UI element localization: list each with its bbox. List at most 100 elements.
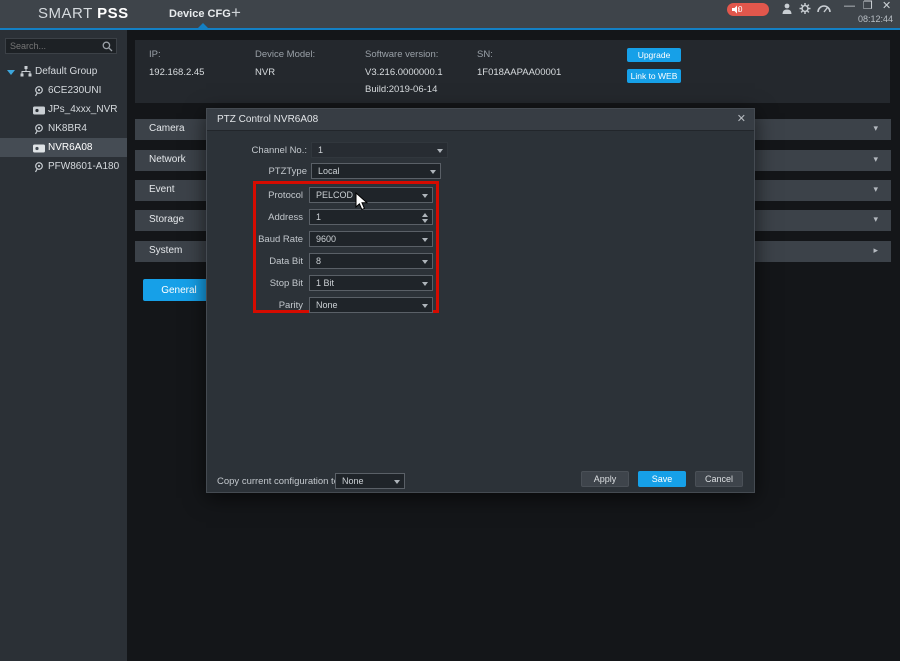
chevron-down-icon[interactable]: ▾ [873,154,878,165]
copy-config-value: None [342,476,364,486]
tree-device-label: NVR6A08 [48,142,92,153]
tree-device-label: NK8BR4 [48,123,87,134]
chevron-down-icon[interactable] [7,70,15,75]
protocol-value: PELCOD [316,190,353,200]
device-info-panel: IP: 192.168.2.45 Device Model: NVR Softw… [135,40,890,103]
chevron-down-icon [437,149,443,153]
dialog-close-icon[interactable]: ✕ [737,112,746,125]
software-value: V3.216.0000000.1 [365,67,443,78]
address-spinner[interactable]: 1 [309,209,433,225]
stopbit-value: 1 Bit [316,278,334,288]
tree-group-default[interactable]: Default Group [0,62,127,81]
ip-label: IP: [149,49,161,60]
clock: 08:12:44 [858,14,893,24]
group-icon [20,66,32,77]
baudrate-label: Baud Rate [207,234,303,245]
chevron-right-icon[interactable]: ▸ [873,245,878,256]
sn-value: 1F018AAPAA00001 [477,67,561,78]
section-label: Camera [149,123,185,134]
spinner-down-icon[interactable] [422,219,428,223]
chevron-down-icon[interactable]: ▾ [873,123,878,134]
section-label: Event [149,184,175,195]
tree-device-jps4xxx[interactable]: JPs_4xxx_NVR [0,100,127,119]
address-label: Address [207,212,303,223]
close-window-button[interactable]: ✕ [882,0,891,14]
camera-icon [34,124,44,135]
upgrade-button[interactable]: Upgrade [627,48,681,62]
tree-device-label: JPs_4xxx_NVR [48,104,117,115]
channel-value: 1 [318,145,323,155]
model-value: NVR [255,67,275,78]
user-icon[interactable] [781,3,793,14]
channel-select[interactable]: 1 [311,142,448,158]
tree-device-6ce230uni[interactable]: 6CE230UNI [0,81,127,100]
databit-label: Data Bit [207,256,303,267]
databit-select[interactable]: 8 [309,253,433,269]
nvr-icon [33,106,45,115]
chevron-down-icon [422,260,428,264]
tree-device-label: 6CE230UNI [48,85,101,96]
protocol-label: Protocol [207,190,303,201]
tree-device-pfw8601[interactable]: PFW8601-A180 [0,157,127,176]
ptz-control-dialog: PTZ Control NVR6A08 ✕ Channel No.: 1 PTZ… [206,108,755,493]
net-detect-gauge-icon[interactable] [817,3,831,14]
mouse-cursor-icon [355,192,368,211]
smartpss-window: SMART PSS Device CFG + 0 [0,0,900,661]
cancel-button[interactable]: Cancel [695,471,743,487]
copy-config-select[interactable]: None [335,473,405,489]
tree-device-label: PFW8601-A180 [48,161,119,172]
camera-icon [34,162,44,173]
sn-label: SN: [477,49,493,60]
gear-icon[interactable] [799,3,811,14]
add-tab-button[interactable]: + [231,0,241,28]
software-label: Software version: [365,49,438,60]
parity-value: None [316,300,338,310]
chevron-down-icon [422,304,428,308]
save-button[interactable]: Save [638,471,686,487]
link-to-web-button[interactable]: Link to WEB [627,69,681,83]
apply-button[interactable]: Apply [581,471,629,487]
app-logo: SMART PSS [38,5,129,22]
chevron-down-icon[interactable]: ▾ [873,214,878,225]
alarm-badge[interactable]: 0 [727,3,769,16]
search-input[interactable] [10,40,98,52]
ptztype-value: Local [318,166,340,176]
search-icon [102,41,113,52]
model-label: Device Model: [255,49,315,60]
stopbit-select[interactable]: 1 Bit [309,275,433,291]
baudrate-select[interactable]: 9600 [309,231,433,247]
camera-icon [34,86,44,97]
maximize-button[interactable]: ❐ [863,0,873,14]
accent-divider [0,28,900,30]
baudrate-value: 9600 [316,234,336,244]
protocol-select[interactable]: PELCOD [309,187,433,203]
chevron-down-icon [422,194,428,198]
tree-device-nk8br4[interactable]: NK8BR4 [0,119,127,138]
general-subtab-button[interactable]: General [143,279,215,301]
minimize-button[interactable]: — [844,0,855,14]
speaker-icon [732,5,741,14]
parity-select[interactable]: None [309,297,433,313]
chevron-down-icon[interactable]: ▾ [873,184,878,195]
ptztype-select[interactable]: Local [311,163,441,179]
section-label: Network [149,154,186,165]
stopbit-label: Stop Bit [207,278,303,289]
chevron-down-icon [422,282,428,286]
parity-label: Parity [207,300,303,311]
tree-group-label: Default Group [35,66,97,77]
address-value: 1 [316,212,321,222]
section-label: Storage [149,214,184,225]
channel-label: Channel No.: [211,145,307,156]
ip-value: 192.168.2.45 [149,67,204,78]
dialog-title: PTZ Control NVR6A08 [217,114,318,125]
search-box[interactable] [5,38,117,54]
software-build: Build:2019-06-14 [365,84,437,95]
device-tree-sidebar: Default Group 6CE230UNI JPs_4xxx_NVR [0,30,127,661]
spinner-up-icon[interactable] [422,213,428,217]
section-label: System [149,245,182,256]
chevron-down-icon [422,238,428,242]
tree-device-nvr6a08-selected[interactable]: NVR6A08 [0,138,127,157]
chevron-down-icon [394,480,400,484]
dialog-title-bar[interactable]: PTZ Control NVR6A08 ✕ [207,109,754,131]
nvr-icon [33,144,45,153]
